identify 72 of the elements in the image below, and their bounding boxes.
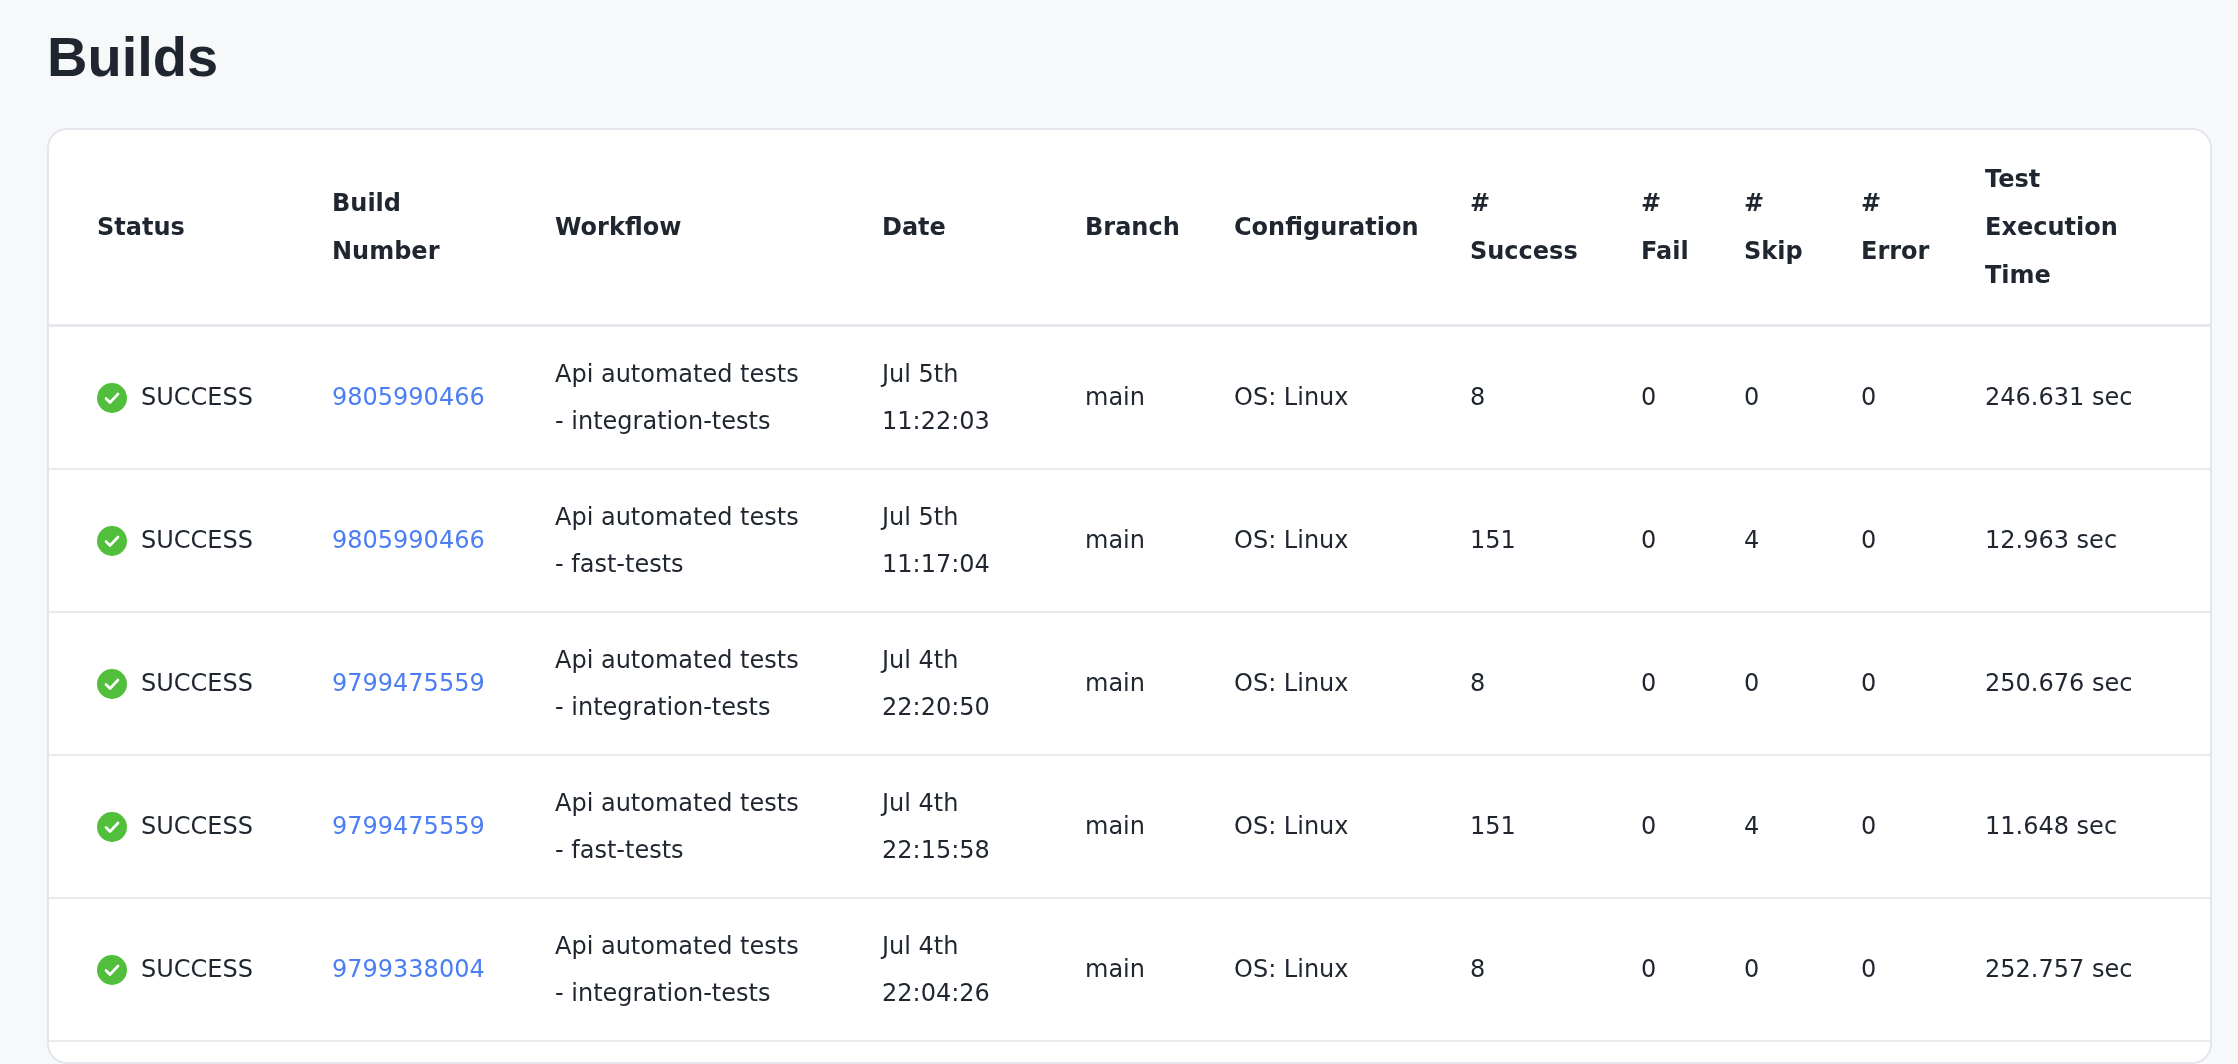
build-number-link[interactable]: 9799338004 xyxy=(332,955,485,983)
time-cell: 11.648 sec xyxy=(1985,812,2118,840)
fail-cell: 0 xyxy=(1641,526,1657,554)
status-text: SUCCESS xyxy=(141,668,253,699)
column-header: Build Number xyxy=(332,188,440,267)
column-header: Configuration xyxy=(1234,212,1419,243)
check-circle-icon xyxy=(97,668,127,699)
check-circle-icon xyxy=(97,811,127,842)
branch-cell: main xyxy=(1085,383,1145,411)
fail-cell: 0 xyxy=(1641,669,1657,697)
time-cell: 246.631 sec xyxy=(1985,383,2133,411)
success-cell: 151 xyxy=(1470,812,1516,840)
workflow-cell: Api automated tests - integration-tests xyxy=(555,645,799,721)
fail-cell: 0 xyxy=(1641,955,1657,983)
column-header: # Fail xyxy=(1641,188,1689,267)
skip-cell: 0 xyxy=(1744,383,1760,411)
skip-cell: 4 xyxy=(1744,812,1760,840)
branch-cell: main xyxy=(1085,955,1145,983)
column-header: Workflow xyxy=(555,212,682,243)
error-cell: 0 xyxy=(1861,955,1877,983)
column-header: # Skip xyxy=(1744,188,1803,267)
status-text: SUCCESS xyxy=(141,525,253,556)
page-title: Builds xyxy=(47,24,220,90)
time-cell: 252.757 sec xyxy=(1985,955,2133,983)
workflow-cell: Api automated tests - integration-tests xyxy=(555,359,799,435)
workflow-cell: Api automated tests - fast-tests xyxy=(555,502,799,578)
success-cell: 8 xyxy=(1470,383,1486,411)
date-cell: Jul 4th 22:04:26 xyxy=(882,931,990,1007)
fail-cell: 0 xyxy=(1641,383,1657,411)
branch-cell: main xyxy=(1085,812,1145,840)
column-header: Test Execution Time xyxy=(1985,164,2118,291)
skip-cell: 4 xyxy=(1744,526,1760,554)
date-cell: Jul 5th 11:17:04 xyxy=(882,502,990,578)
error-cell: 0 xyxy=(1861,812,1877,840)
workflow-cell: Api automated tests - integration-tests xyxy=(555,931,799,1007)
date-cell: Jul 5th 11:22:03 xyxy=(882,359,990,435)
check-circle-icon xyxy=(97,382,127,413)
success-cell: 151 xyxy=(1470,526,1516,554)
fail-cell: 0 xyxy=(1641,812,1657,840)
build-number-link[interactable]: 9799475559 xyxy=(332,812,485,840)
error-cell: 0 xyxy=(1861,669,1877,697)
error-cell: 0 xyxy=(1861,526,1877,554)
column-header: # Error xyxy=(1861,188,1930,267)
branch-cell: main xyxy=(1085,526,1145,554)
workflow-cell: Api automated tests - fast-tests xyxy=(555,788,799,864)
build-number-link[interactable]: 9799475559 xyxy=(332,669,485,697)
date-cell: Jul 4th 22:20:50 xyxy=(882,645,990,721)
check-circle-icon xyxy=(97,525,127,556)
build-number-link[interactable]: 9805990466 xyxy=(332,383,485,411)
configuration-cell: OS: Linux xyxy=(1234,526,1349,554)
configuration-cell: OS: Linux xyxy=(1234,955,1349,983)
success-cell: 8 xyxy=(1470,669,1486,697)
success-cell: 8 xyxy=(1470,955,1486,983)
date-cell: Jul 4th 22:15:58 xyxy=(882,788,990,864)
branch-cell: main xyxy=(1085,669,1145,697)
error-cell: 0 xyxy=(1861,383,1877,411)
check-circle-icon xyxy=(97,954,127,985)
time-cell: 250.676 sec xyxy=(1985,669,2133,697)
column-header: Date xyxy=(882,212,946,243)
status-text: SUCCESS xyxy=(141,954,253,985)
build-number-link[interactable]: 9805990466 xyxy=(332,526,485,554)
time-cell: 12.963 sec xyxy=(1985,526,2118,554)
configuration-cell: OS: Linux xyxy=(1234,669,1349,697)
column-header: Branch xyxy=(1085,212,1180,243)
status-text: SUCCESS xyxy=(141,382,253,413)
configuration-cell: OS: Linux xyxy=(1234,383,1349,411)
skip-cell: 0 xyxy=(1744,669,1760,697)
status-text: SUCCESS xyxy=(141,811,253,842)
skip-cell: 0 xyxy=(1744,955,1760,983)
column-header: # Success xyxy=(1470,188,1578,267)
configuration-cell: OS: Linux xyxy=(1234,812,1349,840)
column-header: Status xyxy=(97,212,185,243)
